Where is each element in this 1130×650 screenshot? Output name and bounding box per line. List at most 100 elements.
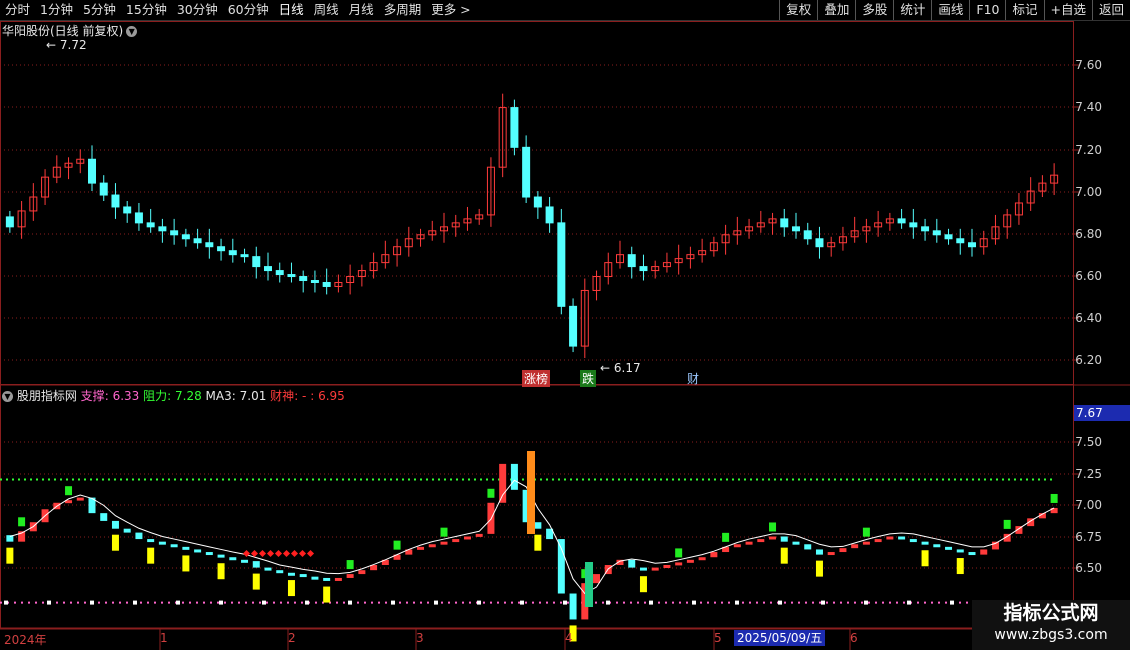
candle-body bbox=[897, 218, 906, 224]
period-tab-9[interactable]: 多周期 bbox=[379, 0, 427, 20]
period-tab-8[interactable]: 月线 bbox=[344, 0, 379, 20]
candle-body bbox=[170, 230, 179, 236]
indicator-bar bbox=[663, 565, 671, 568]
candle-body bbox=[322, 281, 331, 287]
candle-body bbox=[217, 246, 226, 252]
candle-body bbox=[252, 256, 261, 268]
event-tag-down[interactable]: 跌 bbox=[580, 370, 597, 387]
indicator-bar bbox=[194, 549, 202, 553]
green-marker bbox=[1050, 493, 1058, 503]
candle-body bbox=[228, 250, 237, 256]
cursor-date: 2025/05/09/五 bbox=[734, 630, 826, 646]
action-button-7[interactable]: +自选 bbox=[1043, 0, 1092, 20]
support-marker bbox=[434, 600, 438, 605]
support-marker bbox=[735, 600, 739, 605]
action-button-4[interactable]: 画线 bbox=[931, 0, 969, 20]
candle-body bbox=[792, 226, 800, 232]
wealth-label: 财神 bbox=[270, 389, 295, 403]
candle-body bbox=[569, 305, 578, 347]
diamond-marker bbox=[298, 549, 307, 558]
x-axis-label: 1 bbox=[160, 631, 168, 645]
resist-label: 阻力 bbox=[143, 389, 168, 403]
candle-body bbox=[932, 230, 941, 236]
support-marker bbox=[606, 600, 610, 605]
high-label: ← 7.72 bbox=[46, 38, 87, 52]
indicator-bar bbox=[780, 536, 788, 542]
support-marker bbox=[348, 600, 352, 605]
action-button-2[interactable]: 多股 bbox=[855, 0, 893, 20]
indicator-bar bbox=[264, 567, 272, 571]
candle-body bbox=[123, 206, 132, 214]
event-tag-finance[interactable]: 财 bbox=[687, 370, 699, 387]
period-tab-2[interactable]: 5分钟 bbox=[78, 0, 121, 20]
indicator-legend: ▼ 股朋指标网 支撑: 6.33 阻力: 7.28 MA3: 7.01 财神: … bbox=[2, 387, 345, 404]
indicator-bar bbox=[874, 539, 882, 543]
period-tab-10[interactable]: 更多 > bbox=[426, 0, 475, 20]
indicator-bar bbox=[769, 536, 777, 540]
chevron-down-icon[interactable]: ▼ bbox=[2, 391, 13, 402]
signal-bar bbox=[147, 547, 155, 564]
period-tab-4[interactable]: 30分钟 bbox=[172, 0, 223, 20]
action-button-1[interactable]: 叠加 bbox=[817, 0, 855, 20]
support-marker bbox=[907, 600, 911, 605]
period-tab-1[interactable]: 1分钟 bbox=[35, 0, 78, 20]
candle-body bbox=[158, 226, 167, 232]
action-button-3[interactable]: 统计 bbox=[893, 0, 931, 20]
candle-body bbox=[88, 158, 96, 184]
action-button-5[interactable]: F10 bbox=[969, 0, 1005, 20]
indicator-bar bbox=[534, 522, 542, 529]
main-y-tick: 6.80 bbox=[1075, 227, 1102, 241]
indicator-bar bbox=[980, 549, 988, 555]
green-marker bbox=[862, 527, 870, 537]
cursor-price: 7.67 bbox=[1074, 405, 1130, 421]
signal-bar bbox=[956, 558, 964, 575]
candle-body bbox=[909, 222, 918, 228]
indicator-bar bbox=[745, 541, 753, 545]
chart-area[interactable] bbox=[0, 21, 1130, 650]
green-marker bbox=[675, 548, 683, 558]
action-button-6[interactable]: 标记 bbox=[1005, 0, 1043, 20]
signal-bar bbox=[111, 534, 119, 551]
main-y-tick: 6.20 bbox=[1075, 353, 1102, 367]
signal-bar bbox=[639, 576, 647, 593]
candle-body bbox=[146, 222, 155, 228]
candle-body bbox=[545, 206, 554, 224]
main-y-tick: 7.60 bbox=[1075, 58, 1102, 72]
indicator-bar bbox=[792, 541, 800, 545]
action-button-0[interactable]: 复权 bbox=[779, 0, 817, 20]
indicator-bar bbox=[428, 544, 436, 548]
support-marker bbox=[4, 600, 8, 605]
indicator-bar bbox=[182, 546, 190, 550]
green-marker bbox=[487, 488, 495, 498]
indicator-bar bbox=[686, 559, 694, 563]
indicator-bar bbox=[651, 567, 659, 571]
period-tab-3[interactable]: 15分钟 bbox=[121, 0, 172, 20]
period-tab-5[interactable]: 60分钟 bbox=[223, 0, 274, 20]
candle-body bbox=[803, 230, 812, 240]
indicator-bar bbox=[698, 557, 706, 561]
diamond-marker bbox=[290, 549, 299, 558]
period-tab-6[interactable]: 日线 bbox=[274, 0, 309, 20]
watermark-url: www.zbgs3.com bbox=[994, 627, 1108, 643]
action-button-8[interactable]: 返回 bbox=[1091, 0, 1130, 20]
period-toolbar: 分时 1分钟 5分钟 15分钟 30分钟 60分钟 日线 周线 月线 多周期 更多 > 复权 叠加 多股… bbox=[0, 0, 1130, 21]
diamond-marker bbox=[258, 549, 267, 558]
diamond-marker bbox=[306, 549, 315, 558]
indicator-bar bbox=[358, 570, 366, 575]
indicator-bar bbox=[827, 552, 835, 556]
indicator-bar bbox=[170, 544, 178, 548]
indicator-bar bbox=[675, 562, 683, 566]
candle-body bbox=[99, 182, 108, 196]
drop-bar bbox=[585, 562, 593, 607]
x-axis-label: 4 bbox=[565, 631, 573, 645]
indicator-bar bbox=[898, 536, 906, 540]
indicator-bar bbox=[346, 574, 354, 578]
event-tag-up[interactable]: 涨榜 bbox=[522, 370, 551, 387]
support-marker bbox=[477, 600, 481, 605]
diamond-marker bbox=[266, 549, 275, 558]
period-tab-0[interactable]: 分时 bbox=[0, 0, 35, 20]
green-marker bbox=[769, 522, 777, 532]
period-tab-7[interactable]: 周线 bbox=[309, 0, 344, 20]
indicator-bar bbox=[334, 577, 342, 581]
chevron-down-icon[interactable]: ▼ bbox=[126, 26, 138, 37]
